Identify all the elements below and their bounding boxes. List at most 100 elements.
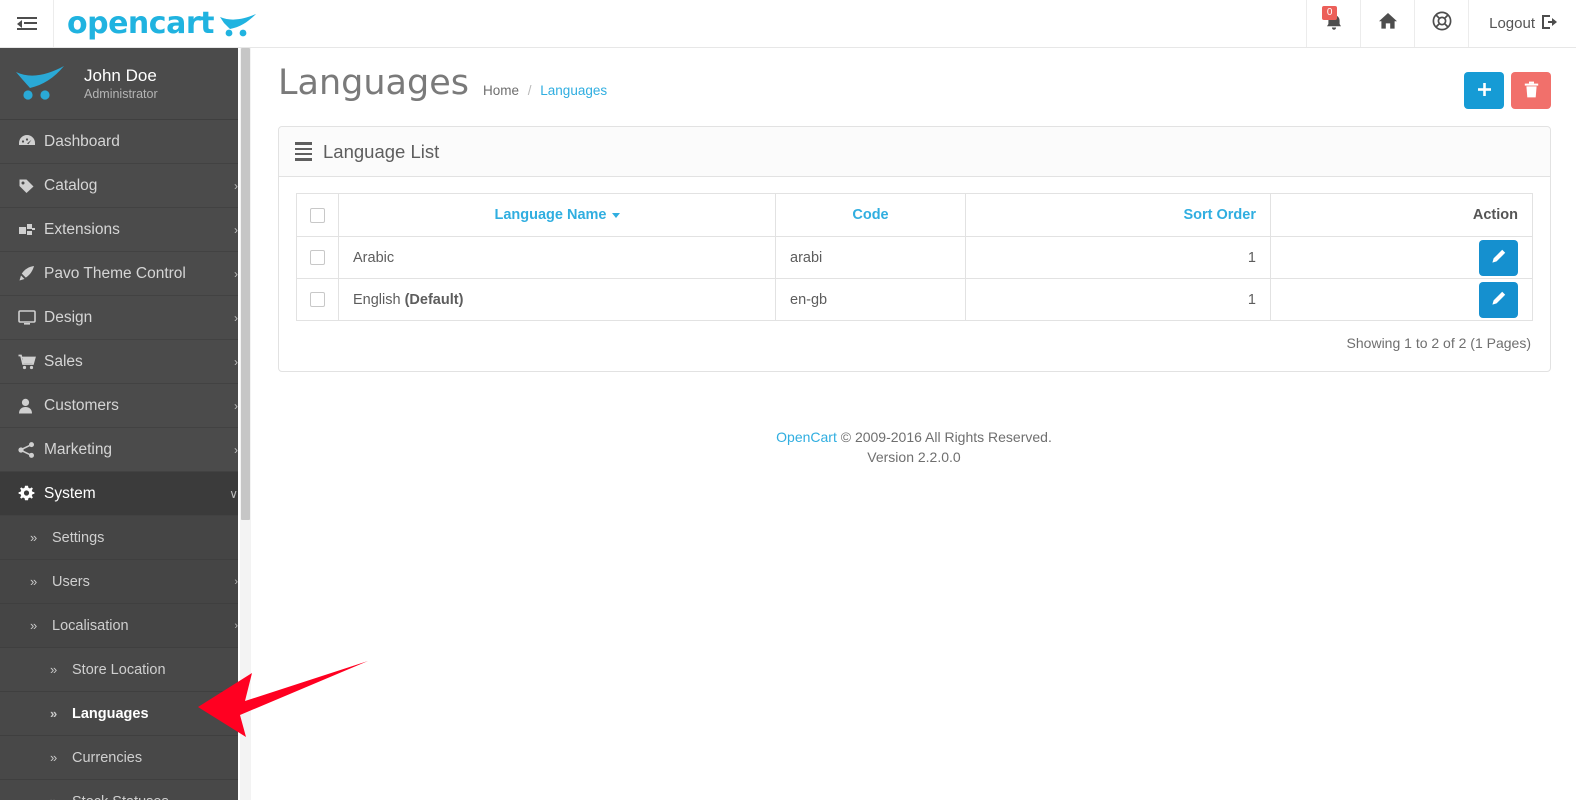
user-icon	[18, 398, 44, 414]
footer-brand-link[interactable]: OpenCart	[776, 429, 837, 445]
edit-button[interactable]	[1479, 281, 1518, 318]
brand-logo[interactable]: opencart	[54, 0, 260, 47]
page-title: Languages	[278, 63, 469, 103]
puzzle-icon	[18, 222, 44, 238]
sidebar-item-extensions[interactable]: Extensions ›	[0, 208, 238, 252]
column-sort-order[interactable]: Sort Order	[965, 193, 1271, 237]
logout-button[interactable]: Logout	[1468, 0, 1576, 47]
chevron-right-icon: ›	[234, 222, 238, 237]
sidebar-label: Stock Statuses	[72, 794, 238, 800]
table-row: Arabic arabi 1	[296, 236, 1533, 279]
double-chevron-icon: »	[50, 662, 58, 677]
footer-copyright-line: OpenCart © 2009-2016 All Rights Reserved…	[252, 427, 1576, 447]
column-action: Action	[1270, 193, 1533, 237]
page-header: Languages Home / Languages	[252, 48, 1576, 126]
opencart-admin-page: opencart 0 Logout John Doe Administrator…	[0, 0, 1576, 800]
support-button[interactable]	[1414, 0, 1468, 47]
table-body: Arabic arabi 1 English (Default) en-gb 1	[296, 236, 1533, 321]
chevron-right-icon: ›	[234, 310, 238, 325]
sidebar-item-design[interactable]: Design ›	[0, 296, 238, 340]
sidebar-item-catalog[interactable]: Catalog ›	[0, 164, 238, 208]
sidebar-item-sales[interactable]: Sales ›	[0, 340, 238, 384]
sort-code-link[interactable]: Code	[852, 207, 888, 223]
sidebar-label: Languages	[72, 705, 149, 722]
footer-version: Version 2.2.0.0	[867, 449, 961, 466]
double-chevron-icon: »	[50, 706, 58, 721]
chevron-right-icon: ›	[234, 266, 238, 281]
gear-icon	[18, 485, 44, 502]
cell-action	[1270, 236, 1533, 279]
notifications-button[interactable]: 0	[1306, 0, 1360, 47]
chevron-right-icon: ›	[234, 398, 238, 413]
sidebar-item-pavo-theme-control[interactable]: Pavo Theme Control ›	[0, 252, 238, 296]
sidebar-label: Marketing	[44, 440, 113, 458]
row-checkbox[interactable]	[310, 292, 325, 308]
column-language-name[interactable]: Language Name	[338, 193, 776, 237]
sort-sort-order-link[interactable]: Sort Order	[1183, 207, 1256, 223]
system-submenu: » Settings » Users › » Localisation › »	[0, 516, 238, 800]
sidebar-item-customers[interactable]: Customers ›	[0, 384, 238, 428]
row-checkbox[interactable]	[310, 250, 325, 266]
breadcrumb-current[interactable]: Languages	[540, 83, 607, 98]
pencil-icon	[1491, 249, 1506, 267]
dashboard-icon	[18, 134, 44, 149]
language-list-panel: Language List Language Name Code Sort Or…	[278, 126, 1551, 372]
edit-button[interactable]	[1479, 239, 1518, 276]
sidebar-item-dashboard[interactable]: Dashboard	[0, 120, 238, 164]
sort-language-name-link[interactable]: Language Name	[495, 207, 607, 223]
header-actions: 0 Logout	[1306, 0, 1576, 47]
sidebar-item-languages[interactable]: » Languages	[0, 692, 238, 736]
sidebar-item-stock-statuses[interactable]: » Stock Statuses	[0, 780, 238, 800]
sidebar-label: System	[44, 484, 96, 502]
sidebar-label: Sales	[44, 352, 83, 370]
select-all-checkbox[interactable]	[310, 207, 325, 223]
sidebar-item-marketing[interactable]: Marketing ›	[0, 428, 238, 472]
breadcrumb-home[interactable]: Home	[483, 83, 519, 98]
table-header-row: Language Name Code Sort Order Action	[296, 193, 1533, 237]
user-profile[interactable]: John Doe Administrator	[0, 48, 238, 120]
cell-action	[1270, 278, 1533, 321]
home-icon	[1378, 12, 1398, 35]
page-actions	[1464, 64, 1551, 109]
sidebar-item-localisation[interactable]: » Localisation ›	[0, 604, 238, 648]
page-footer: OpenCart © 2009-2016 All Rights Reserved…	[252, 372, 1576, 468]
sidebar-item-settings[interactable]: » Settings	[0, 516, 238, 560]
plus-icon	[1477, 82, 1492, 100]
shopping-cart-icon	[18, 354, 44, 370]
chevron-right-icon: ›	[234, 354, 238, 369]
sidebar-label: Localisation	[52, 617, 129, 634]
profile-role: Administrator	[84, 87, 158, 102]
cell-language-name: English (Default)	[338, 278, 776, 321]
cell-code: arabi	[775, 236, 966, 279]
delete-button[interactable]	[1511, 72, 1551, 109]
sidebar-item-system[interactable]: System ∨	[0, 472, 238, 516]
sidebar-item-currencies[interactable]: » Currencies	[0, 736, 238, 780]
sidebar-toggle-icon	[16, 16, 37, 31]
double-chevron-icon: »	[50, 750, 58, 765]
sidebar-scrollbar[interactable]	[240, 48, 251, 800]
cell-language-name: Arabic	[338, 236, 776, 279]
panel-body: Language Name Code Sort Order Action Ara…	[279, 177, 1550, 371]
panel-title: Language List	[323, 140, 440, 162]
home-button[interactable]	[1360, 0, 1414, 47]
sidebar-item-users[interactable]: » Users ›	[0, 560, 238, 604]
localisation-submenu: » Store Location » Languages » Currencie…	[0, 648, 238, 800]
panel-heading: Language List	[279, 127, 1550, 177]
language-name-text: English	[353, 291, 405, 308]
breadcrumb-separator: /	[527, 83, 532, 98]
double-chevron-icon: »	[30, 530, 38, 545]
column-code[interactable]: Code	[775, 193, 966, 237]
logout-label: Logout	[1489, 15, 1535, 32]
caret-down-icon	[611, 212, 620, 218]
add-new-button[interactable]	[1464, 72, 1504, 109]
sidebar-item-store-location[interactable]: » Store Location	[0, 648, 238, 692]
sidebar-scrollbar-thumb[interactable]	[241, 48, 250, 520]
sidebar-toggle-button[interactable]	[0, 0, 54, 47]
sidebar-label: Pavo Theme Control	[44, 264, 186, 282]
cell-sort-order: 1	[965, 236, 1271, 279]
pagination-info: Showing 1 to 2 of 2 (1 Pages)	[1346, 335, 1531, 351]
language-name-text: Arabic	[353, 249, 395, 266]
life-ring-icon	[1432, 11, 1452, 36]
rocket-icon	[18, 265, 44, 282]
sidebar-label: Catalog	[44, 176, 98, 194]
